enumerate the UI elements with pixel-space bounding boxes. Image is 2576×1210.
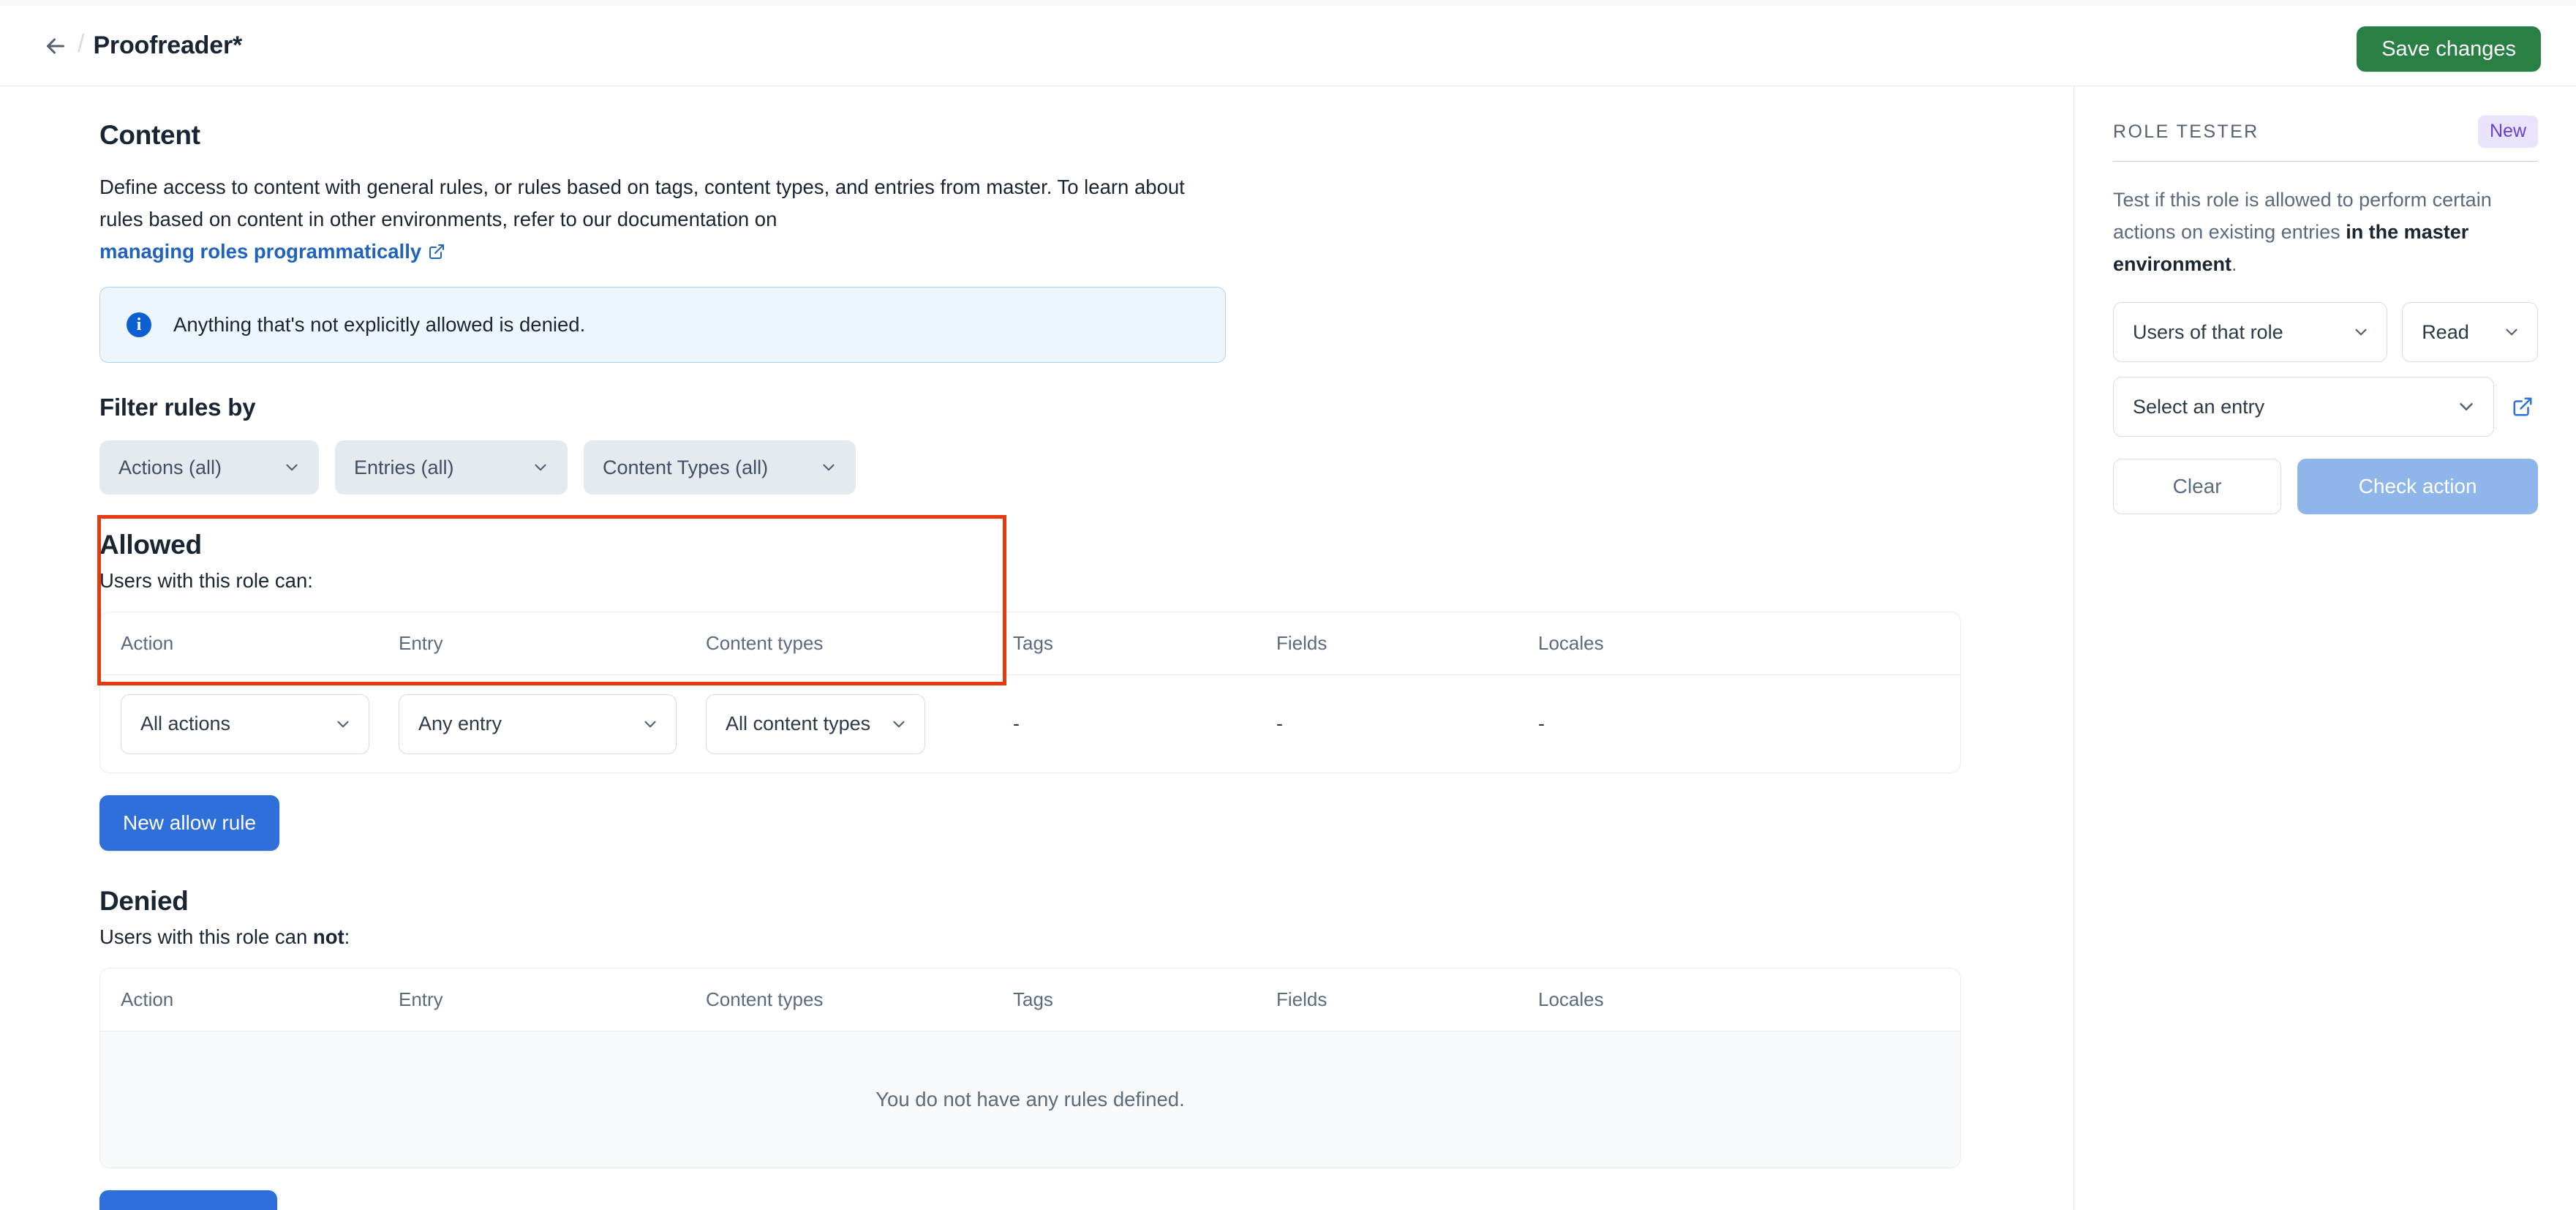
filter-actions-dropdown[interactable]: Actions (all) bbox=[99, 440, 319, 495]
role-tester-label: ROLE TESTER bbox=[2113, 121, 2259, 143]
table-row: All actions Any entry bbox=[100, 675, 1960, 773]
filter-actions-label: Actions (all) bbox=[118, 456, 222, 479]
info-banner: i Anything that's not explicitly allowed… bbox=[99, 287, 1226, 363]
allowed-title: Allowed bbox=[99, 530, 2074, 560]
role-tester-description: Test if this role is allowed to perform … bbox=[2113, 184, 2538, 280]
allowed-subtitle: Users with this role can: bbox=[99, 569, 2074, 593]
managing-roles-link-label: managing roles programmatically bbox=[99, 236, 421, 268]
cell-locales: - bbox=[1518, 713, 1927, 735]
chevron-down-icon bbox=[819, 458, 838, 477]
cell-content-types: All content types bbox=[685, 694, 993, 754]
rule-entry-value: Any entry bbox=[418, 713, 502, 735]
new-deny-rule-button[interactable]: New deny rule bbox=[99, 1190, 277, 1210]
cell-tags: - bbox=[993, 713, 1256, 735]
rule-content-type-value: All content types bbox=[726, 713, 870, 735]
denied-subtitle-bold: not bbox=[313, 925, 344, 948]
page-body: Content Define access to content with ge… bbox=[0, 86, 2576, 1210]
column-header-fields: Fields bbox=[1256, 632, 1518, 655]
column-header-action: Action bbox=[100, 632, 378, 655]
role-tester-action-value: Read bbox=[2422, 321, 2469, 344]
denied-title: Denied bbox=[99, 886, 2074, 917]
clear-button[interactable]: Clear bbox=[2113, 459, 2281, 514]
denied-subtitle-suffix: : bbox=[344, 925, 350, 948]
filter-entries-dropdown[interactable]: Entries (all) bbox=[335, 440, 568, 495]
content-section-title: Content bbox=[99, 120, 2074, 151]
top-bar: / Proofreader* Save changes bbox=[0, 6, 2576, 86]
save-changes-button[interactable]: Save changes bbox=[2357, 26, 2541, 72]
filter-content-types-dropdown[interactable]: Content Types (all) bbox=[584, 440, 856, 495]
role-tester-entry-value: Select an entry bbox=[2133, 396, 2264, 418]
column-header-content-types: Content types bbox=[685, 988, 993, 1011]
chevron-down-icon bbox=[531, 458, 550, 477]
column-header-entry: Entry bbox=[378, 632, 685, 655]
content-description: Define access to content with general ru… bbox=[99, 171, 1197, 268]
external-link-icon bbox=[428, 243, 445, 260]
denied-empty-state: You do not have any rules defined. bbox=[100, 1031, 1960, 1168]
info-icon: i bbox=[127, 312, 151, 337]
role-tester-buttons-row: Clear Check action bbox=[2113, 459, 2538, 514]
chevron-down-icon bbox=[2455, 396, 2477, 418]
role-tester-panel: ROLE TESTER New Test if this role is all… bbox=[2075, 86, 2576, 1210]
chevron-down-icon bbox=[334, 715, 353, 734]
chevron-down-icon bbox=[889, 715, 908, 734]
chevron-down-icon bbox=[2351, 323, 2370, 342]
role-tester-action-select[interactable]: Read bbox=[2402, 302, 2538, 362]
cell-fields: - bbox=[1256, 713, 1518, 735]
open-entry-external-link-button[interactable] bbox=[2507, 391, 2538, 422]
page-title: Proofreader* bbox=[93, 31, 242, 60]
chevron-down-icon bbox=[641, 715, 660, 734]
role-tester-header: ROLE TESTER New bbox=[2113, 116, 2538, 162]
chevron-down-icon bbox=[2502, 323, 2521, 342]
new-badge: New bbox=[2478, 116, 2538, 148]
cell-action: All actions bbox=[100, 694, 378, 754]
filter-entries-label: Entries (all) bbox=[354, 456, 454, 479]
content-description-text: Define access to content with general ru… bbox=[99, 176, 1185, 230]
cell-entry: Any entry bbox=[378, 694, 685, 754]
denied-subtitle: Users with this role can not: bbox=[99, 925, 2074, 949]
role-tester-role-select[interactable]: Users of that role bbox=[2113, 302, 2387, 362]
filter-rules-title: Filter rules by bbox=[99, 394, 2074, 421]
allowed-section-header: Allowed Users with this role can: bbox=[99, 530, 2074, 593]
column-header-tags: Tags bbox=[993, 988, 1256, 1011]
back-button[interactable] bbox=[37, 27, 75, 65]
new-allow-rule-button[interactable]: New allow rule bbox=[99, 795, 279, 851]
rule-action-select[interactable]: All actions bbox=[121, 694, 369, 754]
role-tester-entry-row: Select an entry bbox=[2113, 377, 2538, 437]
denied-table-header: Action Entry Content types Tags Fields L… bbox=[100, 969, 1960, 1031]
filter-row: Actions (all) Entries (all) Content Type… bbox=[99, 440, 2074, 495]
column-header-action: Action bbox=[100, 988, 378, 1011]
role-tester-role-value: Users of that role bbox=[2133, 321, 2283, 344]
allowed-rules-table: Action Entry Content types Tags Fields L… bbox=[99, 612, 1961, 773]
main-content: Content Define access to content with ge… bbox=[0, 86, 2074, 1210]
role-tester-desc-suffix: . bbox=[2232, 253, 2237, 275]
check-action-button[interactable]: Check action bbox=[2297, 459, 2538, 514]
denied-subtitle-prefix: Users with this role can bbox=[99, 925, 313, 948]
role-tester-entry-select[interactable]: Select an entry bbox=[2113, 377, 2494, 437]
allowed-table-header: Action Entry Content types Tags Fields L… bbox=[100, 612, 1960, 675]
managing-roles-link[interactable]: managing roles programmatically bbox=[99, 236, 445, 268]
filter-content-types-label: Content Types (all) bbox=[603, 456, 768, 479]
column-header-entry: Entry bbox=[378, 988, 685, 1011]
column-header-locales: Locales bbox=[1518, 988, 1927, 1011]
column-header-tags: Tags bbox=[993, 632, 1256, 655]
column-header-locales: Locales bbox=[1518, 632, 1927, 655]
arrow-left-icon bbox=[42, 33, 69, 59]
breadcrumb-separator: / bbox=[78, 30, 84, 59]
rule-entry-select[interactable]: Any entry bbox=[399, 694, 677, 754]
role-tester-selectors-row: Users of that role Read bbox=[2113, 302, 2538, 362]
denied-section-header: Denied Users with this role can not: bbox=[99, 886, 2074, 949]
external-link-icon bbox=[2512, 396, 2534, 418]
info-banner-text: Anything that's not explicitly allowed i… bbox=[173, 313, 585, 337]
chevron-down-icon bbox=[282, 458, 301, 477]
column-header-content-types: Content types bbox=[685, 632, 993, 655]
rule-action-value: All actions bbox=[140, 713, 230, 735]
column-header-fields: Fields bbox=[1256, 988, 1518, 1011]
denied-rules-table: Action Entry Content types Tags Fields L… bbox=[99, 968, 1961, 1168]
rule-content-type-select[interactable]: All content types bbox=[706, 694, 925, 754]
